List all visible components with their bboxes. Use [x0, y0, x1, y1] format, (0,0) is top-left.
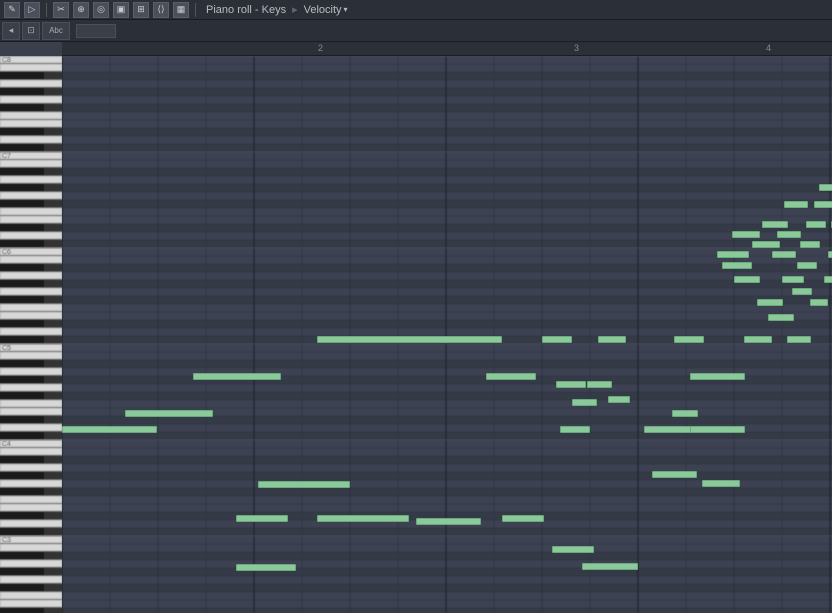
note-44[interactable]: [806, 221, 826, 228]
note-17[interactable]: [598, 336, 626, 343]
note-12[interactable]: [556, 381, 586, 388]
note-38[interactable]: [782, 276, 804, 283]
tool-icon-5[interactable]: ◎: [93, 2, 109, 18]
note-27[interactable]: [717, 251, 749, 258]
note-29[interactable]: [732, 231, 760, 238]
note-11[interactable]: [542, 336, 572, 343]
velocity-dropdown-arrow: ▾: [344, 5, 348, 14]
note-46[interactable]: [814, 201, 832, 208]
toolbar-separator: [46, 3, 47, 17]
note-0[interactable]: [125, 410, 213, 417]
tool-icon-7[interactable]: ⊞: [133, 2, 149, 18]
note-19[interactable]: [552, 546, 594, 553]
note-21[interactable]: [652, 471, 697, 478]
note-7[interactable]: [317, 515, 409, 522]
note-30[interactable]: [734, 276, 760, 283]
note-22[interactable]: [672, 410, 698, 417]
note-15[interactable]: [582, 563, 638, 570]
tool-icon-8[interactable]: ⟨⟩: [153, 2, 169, 18]
note-31[interactable]: [744, 336, 772, 343]
tool-icon-6[interactable]: ▣: [113, 2, 129, 18]
note-39[interactable]: [784, 201, 808, 208]
note-14[interactable]: [572, 399, 597, 406]
piano-keyboard: [0, 56, 62, 613]
note-28[interactable]: [722, 262, 752, 269]
keys-canvas: [0, 56, 62, 613]
note-24[interactable]: [690, 426, 745, 433]
note-18[interactable]: [608, 396, 630, 403]
note-36[interactable]: [772, 251, 796, 258]
note-25[interactable]: [690, 373, 745, 380]
note-37[interactable]: [777, 231, 801, 238]
note-4[interactable]: [236, 564, 296, 571]
note-3[interactable]: [236, 515, 288, 522]
note-8[interactable]: [416, 518, 481, 525]
note-34[interactable]: [762, 221, 788, 228]
note-47[interactable]: [819, 184, 832, 191]
note-35[interactable]: [768, 314, 794, 321]
note-49[interactable]: [828, 251, 832, 258]
timeline: 2 3 4: [62, 42, 832, 56]
note-1[interactable]: [62, 426, 157, 433]
toolbar-row1: ✎ ▷ ✂ ⊕ ◎ ▣ ⊞ ⟨⟩ ▦ Piano roll - Keys ▸ V…: [0, 0, 832, 20]
scrollbar-mini[interactable]: [76, 24, 116, 38]
snap-icon[interactable]: ◂: [2, 22, 20, 40]
tool-icon-9[interactable]: ▦: [173, 2, 189, 18]
note-10[interactable]: [502, 515, 544, 522]
tool-icon-4[interactable]: ⊕: [73, 2, 89, 18]
note-43[interactable]: [800, 241, 820, 248]
toolbar-row2: ◂ ⊡ Abc: [0, 20, 832, 42]
velocity-dropdown[interactable]: Velocity ▾: [304, 4, 348, 16]
app-title: Piano roll - Keys ▸ Velocity ▾: [206, 3, 348, 16]
note-48[interactable]: [824, 276, 832, 283]
tool-icon-1[interactable]: ✎: [4, 2, 20, 18]
timeline-marker-2: 2: [318, 43, 323, 53]
note-40[interactable]: [787, 336, 811, 343]
note-13[interactable]: [560, 426, 590, 433]
note-6[interactable]: [317, 336, 502, 343]
note-5[interactable]: [258, 481, 350, 488]
note-33[interactable]: [757, 299, 783, 306]
piano-roll: 2 3 4: [0, 42, 832, 613]
note-9[interactable]: [486, 373, 536, 380]
zoom-icon[interactable]: ⊡: [22, 22, 40, 40]
main-area: [0, 56, 832, 613]
note-23[interactable]: [674, 336, 704, 343]
timeline-marker-4: 4: [766, 43, 771, 53]
abc-icon[interactable]: Abc: [42, 22, 70, 40]
toolbar-separator2: [195, 3, 196, 17]
note-42[interactable]: [797, 262, 817, 269]
note-32[interactable]: [752, 241, 780, 248]
note-2[interactable]: [193, 373, 281, 380]
note-16[interactable]: [587, 381, 612, 388]
grid-area[interactable]: [62, 56, 832, 613]
velocity-label: Velocity: [304, 4, 342, 16]
note-45[interactable]: [810, 299, 828, 306]
note-41[interactable]: [792, 288, 812, 295]
note-26[interactable]: [702, 480, 740, 487]
timeline-marker-3: 3: [574, 43, 579, 53]
notes-layer: [62, 56, 832, 613]
piano-roll-label: Piano roll - Keys: [206, 4, 286, 16]
tool-icon-3[interactable]: ✂: [53, 2, 69, 18]
tool-icon-2[interactable]: ▷: [24, 2, 40, 18]
